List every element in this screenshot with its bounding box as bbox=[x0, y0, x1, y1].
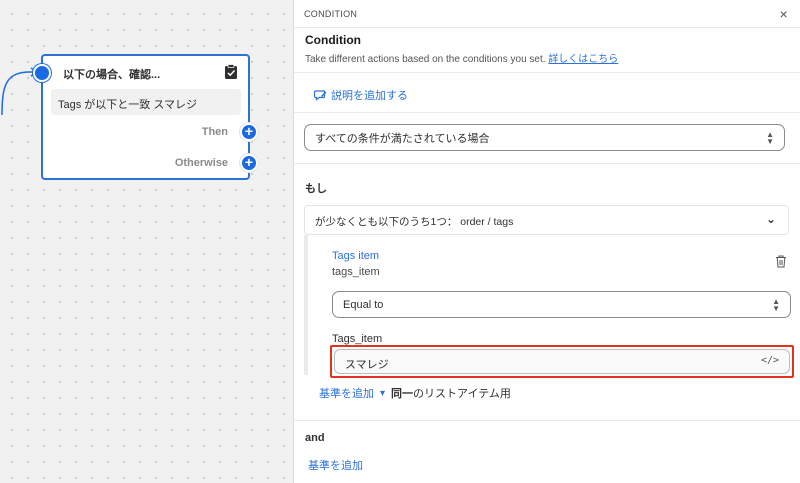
if-label: もし bbox=[305, 183, 327, 195]
otherwise-label: Otherwise bbox=[174, 157, 228, 169]
learn-more-link[interactable]: 詳しくはこちら bbox=[548, 54, 618, 65]
criteria-row: 基準を追加 ▾ 同一のリストアイテム用 bbox=[319, 385, 511, 401]
chat-edit-icon bbox=[314, 90, 327, 101]
same-suffix: のリストアイテム用 bbox=[413, 388, 511, 400]
then-label: Then bbox=[201, 126, 228, 138]
divider bbox=[294, 72, 800, 73]
tags-item-subtitle: tags_item bbox=[332, 266, 380, 278]
panel-subtitle: Take different actions based on the cond… bbox=[305, 50, 618, 65]
value-field-label: Tags_item bbox=[332, 333, 383, 345]
select-arrows-icon: ▲ ▼ bbox=[766, 129, 774, 146]
subtitle-text: Take different actions based on the cond… bbox=[305, 54, 546, 65]
operator-select[interactable]: Equal to ▲ ▼ bbox=[332, 291, 791, 318]
condition-group-label: が少なくとも以下のうち1つ： order / tags bbox=[315, 216, 514, 228]
node-summary: Tags が以下と一致 スマレジ bbox=[51, 89, 241, 115]
condition-node[interactable]: 以下の場合、確認... Tags が以下と一致 スマレジ Then + Othe… bbox=[33, 54, 258, 180]
chevron-down-icon: ⌄ bbox=[765, 212, 776, 226]
panel-header: CONDITION × bbox=[294, 0, 800, 28]
match-mode-value: すべての条件が満たされている場合 bbox=[315, 132, 490, 145]
chevron-down-icon[interactable]: ▾ bbox=[380, 388, 385, 399]
add-criteria-button-2[interactable]: 基準を追加 bbox=[308, 457, 363, 473]
clipboard-check-icon bbox=[225, 64, 237, 79]
value-input-text: スマレジ bbox=[345, 359, 389, 371]
same-list-item-text: 同一のリストアイテム用 bbox=[391, 385, 511, 401]
add-otherwise-step-button[interactable]: + bbox=[240, 154, 258, 172]
node-title: 以下の場合、確認... bbox=[63, 69, 161, 81]
panel-title: Condition bbox=[305, 33, 361, 47]
add-criteria-button[interactable]: 基準を追加 bbox=[319, 385, 374, 401]
value-field-highlight: スマレジ </> bbox=[330, 345, 794, 378]
add-description-button[interactable]: 説明を追加する bbox=[314, 87, 408, 103]
match-mode-select[interactable]: すべての条件が満たされている場合 ▲ ▼ bbox=[304, 124, 785, 151]
workflow-canvas[interactable]: 以下の場合、確認... Tags が以下と一致 スマレジ Then + Othe… bbox=[0, 0, 293, 483]
node-input-dot[interactable] bbox=[33, 64, 51, 82]
panel-header-label: CONDITION bbox=[304, 9, 358, 19]
code-icon[interactable]: </> bbox=[761, 355, 779, 366]
same-prefix: 同一 bbox=[391, 388, 414, 400]
divider bbox=[294, 420, 800, 421]
select-arrows-icon: ▲ ▼ bbox=[772, 296, 780, 313]
divider bbox=[294, 112, 800, 113]
add-description-label: 説明を追加する bbox=[331, 90, 408, 102]
operator-value: Equal to bbox=[343, 298, 384, 311]
add-then-step-button[interactable]: + bbox=[240, 123, 258, 141]
and-label: and bbox=[305, 432, 325, 444]
divider bbox=[294, 163, 800, 164]
condition-group-toggle[interactable]: が少なくとも以下のうち1つ： order / tags ⌄ bbox=[304, 205, 789, 235]
tags-item-link[interactable]: Tags item bbox=[332, 250, 379, 262]
close-icon[interactable]: × bbox=[780, 6, 788, 22]
trash-icon[interactable] bbox=[775, 255, 787, 268]
value-input[interactable]: スマレジ </> bbox=[334, 349, 790, 374]
condition-panel: CONDITION × Condition Take different act… bbox=[293, 0, 800, 483]
